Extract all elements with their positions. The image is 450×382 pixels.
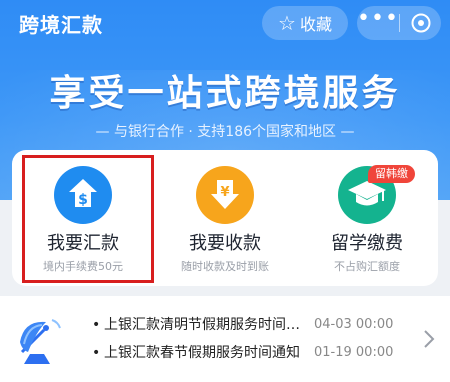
notice-text: 上银汇款清明节假期服务时间通知 [104, 317, 304, 333]
banner-subline: — 与银行合作 · 支持186个国家和地区 — [95, 124, 355, 140]
tuition-label: 留学缴费 [331, 233, 403, 254]
star-icon: ☆ [278, 11, 296, 35]
svg-text:¥: ¥ [220, 185, 229, 200]
tuition-badge: 留韩缴 [368, 165, 415, 183]
notice-date: 04-03 00:00 [314, 317, 394, 332]
highlight-box [22, 155, 154, 283]
favorite-label: 收藏 [299, 15, 332, 34]
banner-headline: 享受一站式跨境服务 [49, 73, 401, 114]
notice-date: 01-19 00:00 [314, 345, 394, 360]
tuition-service[interactable]: 留学缴费 不占购汇额度 [296, 150, 438, 286]
more-icon[interactable]: ••• [357, 8, 399, 37]
receive-desc: 随时收款及时到账 [181, 260, 269, 273]
list-item[interactable]: • 上银汇款春节假期服务时间通知 01-19 00:00 [92, 343, 412, 363]
close-button[interactable] [400, 6, 441, 40]
notice-text: 上银汇款春节假期服务时间通知 [104, 345, 300, 361]
favorite-button[interactable]: ☆ 收藏 [262, 6, 348, 40]
tuition-desc: 不占购汇额度 [334, 260, 400, 273]
satellite-dish-icon [20, 319, 61, 364]
list-item[interactable]: • 上银汇款清明节假期服务时间通知 04-03 00:00 [92, 315, 412, 335]
notice-bar[interactable]: • 上银汇款清明节假期服务时间通知 04-03 00:00 • 上银汇款春节假期… [0, 296, 450, 382]
receive-label: 我要收款 [189, 233, 261, 254]
receive-service[interactable]: ¥ 我要收款 随时收款及时到账 [154, 150, 296, 286]
yen-download-icon: ¥ [196, 166, 254, 224]
mini-program-capsule: ••• [357, 6, 441, 40]
close-icon [411, 13, 430, 33]
page-title: 跨境汇款 [19, 13, 103, 37]
chevron-right-icon[interactable] [423, 329, 435, 349]
